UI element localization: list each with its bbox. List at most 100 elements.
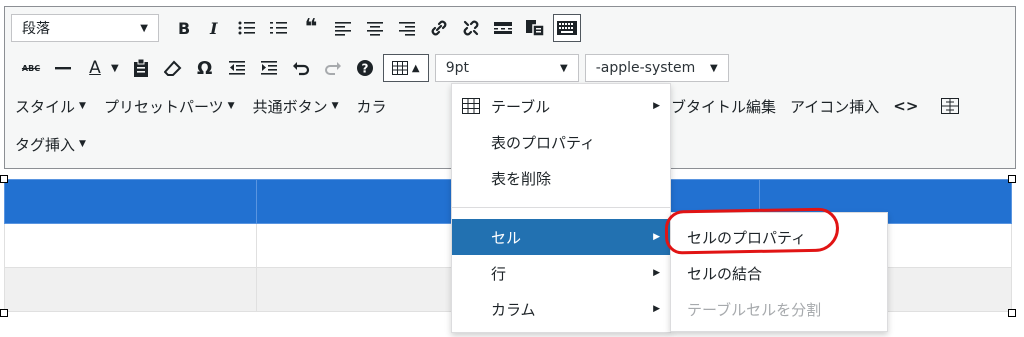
- menu-item-table[interactable]: テーブル ▶: [452, 88, 670, 124]
- special-character-button[interactable]: Ω: [191, 54, 219, 82]
- toolbar-row-4: タグ挿入 ▼: [15, 127, 104, 161]
- preset-parts-label: プリセットパーツ: [103, 97, 224, 116]
- insert-link-button[interactable]: [425, 14, 453, 42]
- numbered-list-button[interactable]: [265, 14, 293, 42]
- read-more-icon: [494, 22, 512, 34]
- align-right-icon: [399, 22, 415, 36]
- unlink-icon: [463, 20, 479, 36]
- chevron-down-icon: ▼: [331, 101, 339, 111]
- chevron-down-icon: ▼: [79, 101, 86, 111]
- italic-icon: I: [209, 20, 218, 36]
- align-center-button[interactable]: [361, 14, 389, 42]
- undo-button[interactable]: [287, 54, 315, 82]
- outdent-icon: [228, 61, 245, 75]
- tag-insert-label: タグ挿入: [15, 135, 76, 154]
- resize-handle[interactable]: [1008, 175, 1016, 183]
- toolbar-toggle-button[interactable]: [553, 14, 581, 42]
- menu-divider: [452, 207, 670, 208]
- table-plus-icon: [941, 98, 960, 114]
- align-left-icon: [335, 22, 351, 36]
- menu-item-column[interactable]: カラム ▶: [452, 291, 670, 327]
- resize-handle[interactable]: [1008, 309, 1016, 317]
- clear-formatting-button[interactable]: [159, 54, 187, 82]
- outdent-button[interactable]: [223, 54, 251, 82]
- table-cell[interactable]: [4, 223, 257, 268]
- font-size-select[interactable]: 9pt ▼: [434, 54, 579, 82]
- subtitle-edit-button[interactable]: ブタイトル編集: [671, 96, 776, 117]
- chevron-down-icon: ▼: [710, 62, 718, 74]
- resize-handle[interactable]: [0, 175, 8, 183]
- menu-item-label: テーブルセルを分割: [687, 300, 822, 319]
- strikethrough-button[interactable]: ABC: [17, 54, 45, 82]
- menu-item-label: 表を削除: [491, 169, 552, 188]
- paste-as-text-button[interactable]: [521, 14, 549, 42]
- code-button[interactable]: <>: [893, 97, 918, 115]
- redo-icon: [324, 62, 341, 75]
- toolbar-row-3: スタイル ▼ プリセットパーツ ▼ 共通ボタン ▼ カラ: [15, 89, 405, 123]
- icon-insert-button[interactable]: アイコン挿入: [790, 96, 879, 117]
- paste-button[interactable]: [127, 54, 155, 82]
- style-menu-button[interactable]: スタイル ▼: [15, 96, 86, 117]
- menu-item-label: 行: [491, 264, 507, 283]
- toolbar-row-2: ABC A ▼ Ω ? ▲ 9pt ▼ -apple-system ▼: [15, 51, 729, 85]
- eraser-icon: [163, 60, 182, 76]
- tag-insert-menu-button[interactable]: タグ挿入 ▼: [15, 134, 86, 155]
- chevron-down-icon: ▼: [79, 139, 86, 149]
- format-select-value: 段落: [22, 21, 50, 37]
- indent-button[interactable]: [255, 54, 283, 82]
- style-menu-label: スタイル: [15, 97, 76, 116]
- common-button-menu-button[interactable]: 共通ボタン ▼: [253, 96, 339, 117]
- bullet-list-button[interactable]: [233, 14, 261, 42]
- toolbar-row-3-right: ブタイトル編集 アイコン挿入 <>: [671, 89, 966, 123]
- help-button[interactable]: ?: [351, 54, 379, 82]
- horizontal-line-button[interactable]: [49, 54, 77, 82]
- format-select[interactable]: 段落 ▼: [11, 14, 159, 42]
- svg-text:?: ?: [361, 62, 368, 76]
- menu-item-row[interactable]: 行 ▶: [452, 255, 670, 291]
- unlink-button[interactable]: [457, 14, 485, 42]
- preset-parts-menu-button[interactable]: プリセットパーツ ▼: [104, 96, 235, 117]
- numbered-list-icon: [270, 22, 287, 34]
- text-color-label: A: [89, 58, 101, 78]
- read-more-button[interactable]: [489, 14, 517, 42]
- svg-text:B: B: [178, 20, 190, 36]
- align-right-button[interactable]: [393, 14, 421, 42]
- bullet-list-icon: [238, 21, 255, 35]
- column-menu-button[interactable]: カラ: [357, 96, 387, 117]
- table-button[interactable]: ▲: [382, 54, 429, 82]
- insert-table-button[interactable]: [936, 92, 964, 120]
- code-icon: <>: [893, 97, 919, 115]
- omega-icon: Ω: [197, 57, 213, 79]
- bold-button[interactable]: B: [169, 14, 197, 42]
- table-cell[interactable]: [4, 267, 257, 312]
- chevron-right-icon: ▶: [653, 101, 660, 111]
- table-menu: テーブル ▶ 表のプロパティ 表を削除 セル ▶ 行 ▶ カラム ▶: [451, 83, 671, 333]
- menu-item-split-cell: テーブルセルを分割: [671, 291, 887, 327]
- align-left-button[interactable]: [329, 14, 357, 42]
- strikethrough-label: ABC: [21, 63, 41, 73]
- bold-icon: B: [178, 20, 190, 36]
- menu-item-label: セルの結合: [687, 264, 763, 283]
- help-icon: ?: [356, 60, 373, 76]
- paste-text-icon: [526, 20, 545, 37]
- menu-item-delete-table[interactable]: 表を削除: [452, 160, 670, 196]
- menu-item-cell[interactable]: セル ▶: [452, 219, 670, 255]
- link-icon: [431, 20, 447, 36]
- resize-handle[interactable]: [0, 309, 8, 317]
- menu-item-merge-cells[interactable]: セルの結合: [671, 255, 887, 291]
- svg-text:I: I: [209, 20, 218, 36]
- editor-stage: 段落 ▼ B I ❝ ABC A ▼ Ω ? ▲ 9pt ▼ -apple-sy…: [0, 0, 1024, 337]
- table-cell[interactable]: [4, 179, 257, 224]
- redo-button[interactable]: [319, 54, 347, 82]
- chevron-down-icon[interactable]: ▼: [111, 63, 119, 74]
- blockquote-button[interactable]: ❝: [297, 14, 325, 42]
- menu-item-table-properties[interactable]: 表のプロパティ: [452, 124, 670, 160]
- table-icon: [462, 98, 480, 114]
- menu-item-label: セル: [491, 228, 522, 247]
- font-family-select[interactable]: -apple-system ▼: [584, 54, 729, 82]
- menu-item-label: テーブル: [491, 97, 551, 116]
- horizontal-line-icon: [55, 67, 71, 70]
- text-color-button[interactable]: A: [81, 54, 109, 82]
- italic-button[interactable]: I: [201, 14, 229, 42]
- chevron-up-icon: ▲: [411, 62, 420, 74]
